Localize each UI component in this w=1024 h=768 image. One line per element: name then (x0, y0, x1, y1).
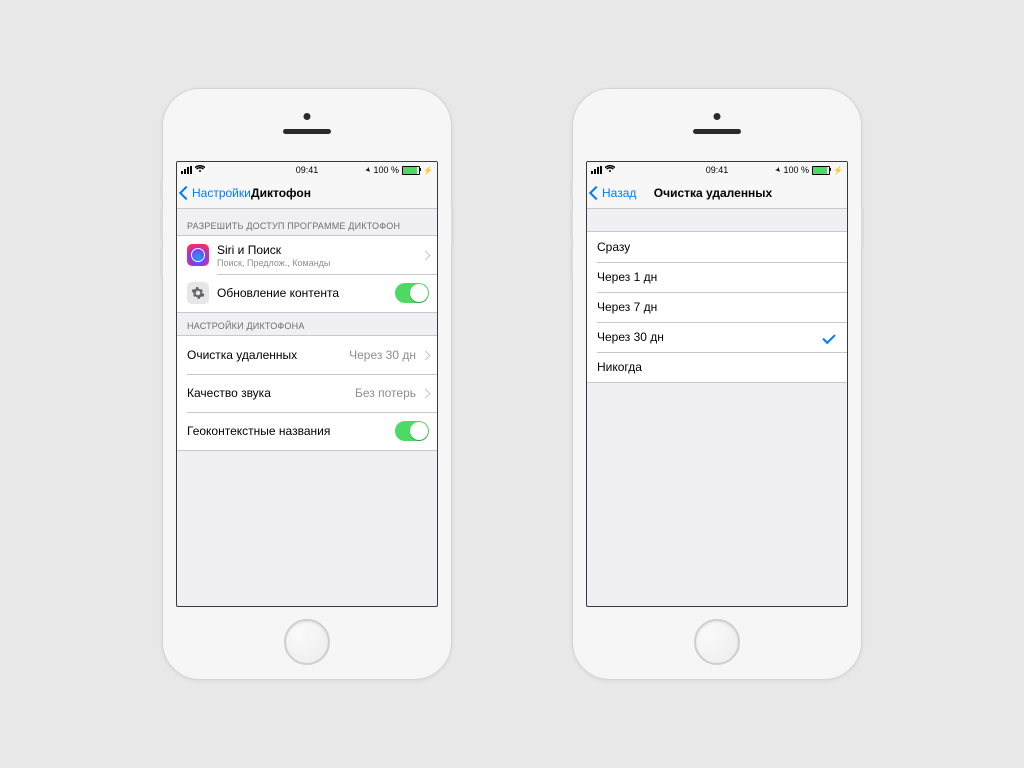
cellular-icon (591, 166, 602, 174)
charging-icon: ⚡ (833, 166, 843, 175)
volume-up-button (160, 209, 163, 239)
location-naming-title: Геоконтекстные названия (187, 424, 395, 438)
screen-voicememos-settings: 09:41 ➤ 100 % ⚡ Настройки Диктофон РАЗРЕ… (176, 161, 438, 607)
mute-switch (570, 181, 573, 199)
checkmark-icon (822, 330, 835, 343)
battery-percent: 100 % (374, 165, 400, 175)
power-button (861, 207, 864, 247)
siri-title: Siri и Поиск (217, 243, 419, 257)
clear-deleted-title: Очистка удаленных (187, 348, 349, 362)
switch-background-refresh[interactable] (395, 283, 429, 303)
battery-percent: 100 % (784, 165, 810, 175)
volume-up-button (570, 209, 573, 239)
option-row[interactable]: Никогда (587, 352, 847, 382)
battery-icon (402, 166, 420, 175)
chevron-right-icon (421, 250, 431, 260)
siri-icon (187, 244, 209, 266)
option-row[interactable]: Сразу (587, 232, 847, 262)
back-label: Назад (602, 186, 636, 200)
row-audio-quality[interactable]: Качество звука Без потерь (177, 374, 437, 412)
clear-deleted-value: Через 30 дн (349, 348, 416, 362)
row-siri-search[interactable]: Siri и Поиск Поиск, Предлож., Команды (177, 236, 437, 274)
status-left (181, 165, 205, 175)
wifi-icon (195, 165, 205, 175)
status-time: 09:41 (296, 165, 319, 175)
location-icon: ➤ (773, 165, 783, 175)
chevron-left-icon (589, 186, 603, 200)
volume-down-button (570, 247, 573, 277)
nav-bar: Назад Очистка удаленных (587, 178, 847, 209)
mute-switch (160, 181, 163, 199)
wifi-icon (605, 165, 615, 175)
chevron-right-icon (421, 350, 431, 360)
location-icon: ➤ (363, 165, 373, 175)
row-background-refresh[interactable]: Обновление контента (177, 274, 437, 312)
cellular-icon (181, 166, 192, 174)
back-label: Настройки (192, 186, 251, 200)
earpiece-speaker (283, 129, 331, 134)
screen-clear-deleted: 09:41 ➤ 100 % ⚡ Назад Очистка удаленных (586, 161, 848, 607)
list-clear-options: Сразу Через 1 дн Через 7 дн Через 30 дн Нико… (587, 231, 847, 383)
front-camera (304, 113, 311, 120)
option-label: Сразу (597, 240, 837, 254)
battery-icon (812, 166, 830, 175)
option-label: Через 30 дн (597, 330, 823, 344)
front-camera (714, 113, 721, 120)
volume-down-button (160, 247, 163, 277)
group-header-settings: НАСТРОЙКИ ДИКТОФОНА (177, 313, 437, 335)
option-row[interactable]: Через 30 дн (587, 322, 847, 352)
phone-right: 09:41 ➤ 100 % ⚡ Назад Очистка удаленных (572, 88, 862, 680)
audio-quality-title: Качество звука (187, 386, 355, 400)
option-row[interactable]: Через 1 дн (587, 262, 847, 292)
back-button[interactable]: Настройки (181, 186, 251, 200)
earpiece-speaker (693, 129, 741, 134)
content-area: РАЗРЕШИТЬ ДОСТУП ПРОГРАММЕ ДИКТОФОН Siri… (177, 209, 437, 606)
option-label: Никогда (597, 360, 837, 374)
charging-icon: ⚡ (423, 166, 433, 175)
status-time: 09:41 (706, 165, 729, 175)
phone-left: 09:41 ➤ 100 % ⚡ Настройки Диктофон РАЗРЕ… (162, 88, 452, 680)
chevron-right-icon (421, 388, 431, 398)
option-label: Через 7 дн (597, 300, 837, 314)
siri-subtitle: Поиск, Предлож., Команды (217, 258, 419, 268)
nav-title: Очистка удаленных (654, 186, 772, 200)
switch-location-naming[interactable] (395, 421, 429, 441)
back-button[interactable]: Назад (591, 186, 636, 200)
power-button (451, 207, 454, 247)
nav-title: Диктофон (251, 186, 311, 200)
content-area: Сразу Через 1 дн Через 7 дн Через 30 дн Нико… (587, 209, 847, 606)
status-bar: 09:41 ➤ 100 % ⚡ (177, 162, 437, 178)
gear-icon (187, 282, 209, 304)
status-bar: 09:41 ➤ 100 % ⚡ (587, 162, 847, 178)
list-access: Siri и Поиск Поиск, Предлож., Команды Об… (177, 235, 437, 313)
group-header-access: РАЗРЕШИТЬ ДОСТУП ПРОГРАММЕ ДИКТОФОН (177, 209, 437, 235)
option-row[interactable]: Через 7 дн (587, 292, 847, 322)
audio-quality-value: Без потерь (355, 386, 416, 400)
status-left (591, 165, 615, 175)
option-label: Через 1 дн (597, 270, 837, 284)
row-location-naming[interactable]: Геоконтекстные названия (177, 412, 437, 450)
home-button[interactable] (284, 619, 330, 665)
nav-bar: Настройки Диктофон (177, 178, 437, 209)
refresh-label: Обновление контента (217, 286, 395, 300)
siri-labels: Siri и Поиск Поиск, Предлож., Команды (217, 243, 419, 268)
row-clear-deleted[interactable]: Очистка удаленных Через 30 дн (177, 336, 437, 374)
list-settings: Очистка удаленных Через 30 дн Качество з… (177, 335, 437, 451)
status-right: ➤ 100 % ⚡ (775, 165, 843, 175)
refresh-title: Обновление контента (217, 286, 395, 300)
status-right: ➤ 100 % ⚡ (365, 165, 433, 175)
home-button[interactable] (694, 619, 740, 665)
chevron-left-icon (179, 186, 193, 200)
